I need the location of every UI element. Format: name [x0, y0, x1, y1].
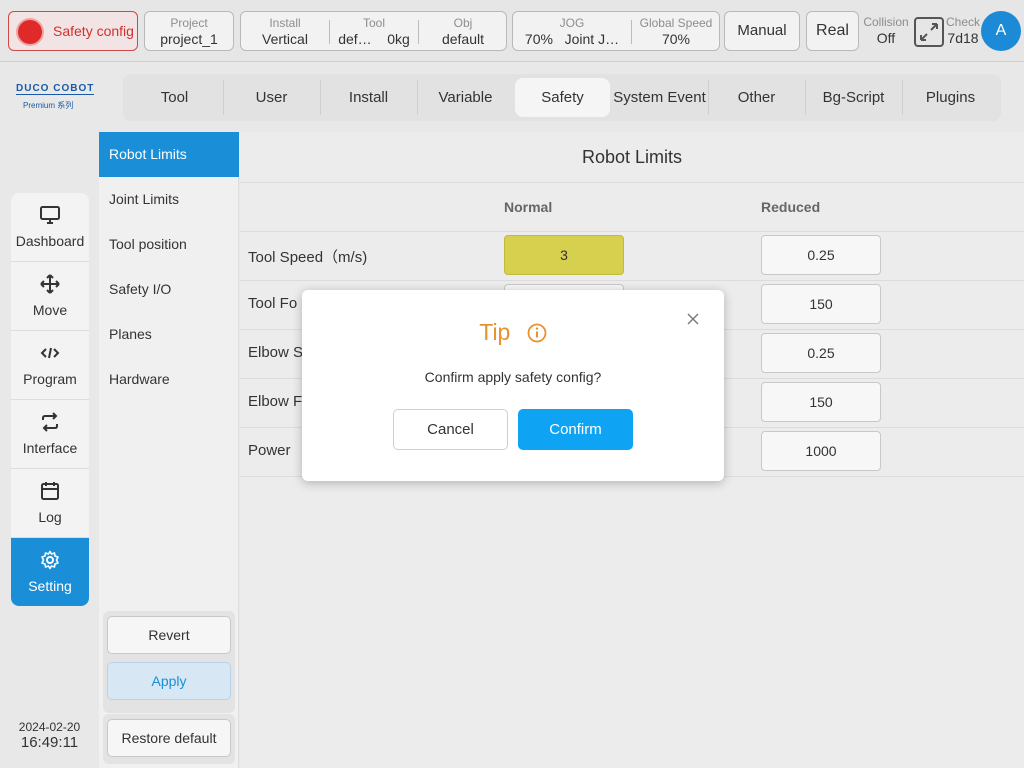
tip-dialog: Tip Confirm apply safety config? Cancel … — [302, 290, 724, 481]
dialog-message: Confirm apply safety config? — [424, 369, 602, 385]
dialog-title-text: Tip — [479, 319, 511, 346]
close-icon[interactable] — [686, 312, 700, 326]
dialog-title: Tip — [302, 318, 724, 346]
info-icon — [527, 323, 547, 343]
dialog-confirm-button[interactable]: Confirm — [518, 409, 633, 450]
dialog-cancel-button[interactable]: Cancel — [393, 409, 508, 450]
